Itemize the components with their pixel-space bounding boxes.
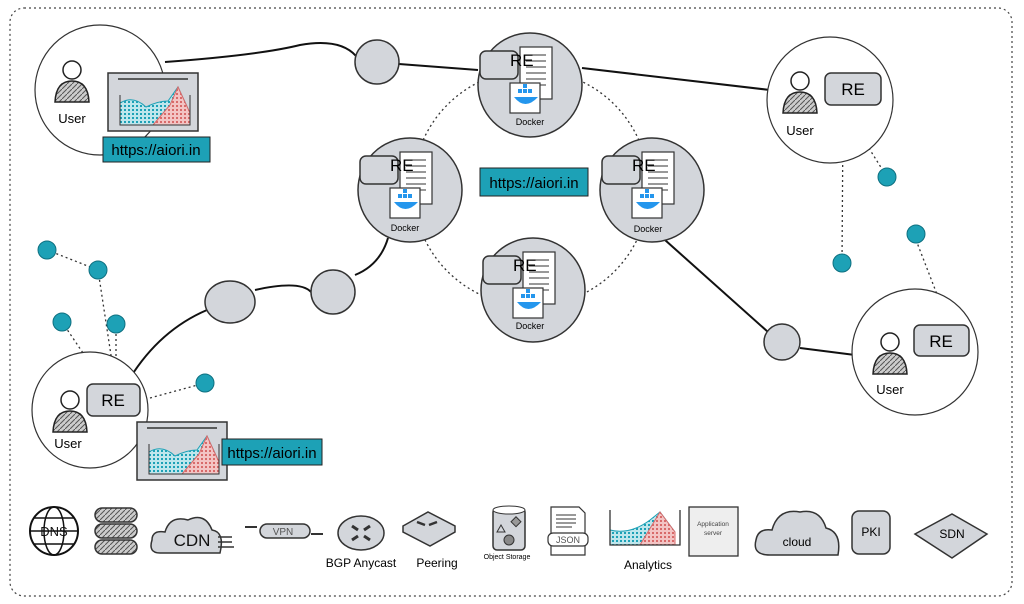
svg-text:RE: RE — [632, 156, 656, 175]
link — [254, 284, 312, 293]
sdn-icon: SDN — [913, 513, 989, 559]
svg-text:BGP Anycast: BGP Anycast — [326, 556, 397, 570]
user-bottom-right: User RE — [851, 288, 979, 416]
url-badge-center[interactable]: https://aiori.in — [479, 167, 589, 197]
svg-text:RE: RE — [101, 391, 125, 410]
svg-text:User: User — [54, 436, 82, 451]
svg-text:Application: Application — [697, 521, 729, 528]
pki-icon: PKI — [851, 510, 891, 555]
link — [664, 239, 769, 333]
svg-text:RE: RE — [390, 156, 414, 175]
svg-text:Peering: Peering — [416, 556, 457, 570]
dns-icon: DNS — [29, 506, 79, 556]
cloud-icon: cloud — [754, 510, 840, 556]
svg-text:Docker: Docker — [634, 224, 663, 234]
svg-text:DNS: DNS — [40, 524, 68, 539]
svg-text:Docker: Docker — [391, 223, 420, 233]
json-file-icon: JSON — [547, 506, 589, 556]
svg-text:RE: RE — [841, 80, 865, 99]
user-top-right: User RE — [766, 36, 894, 164]
analytics-icon: Analytics — [609, 510, 681, 572]
svg-text:RE: RE — [929, 332, 953, 351]
re-docker-node-right[interactable]: RE Docker — [599, 137, 705, 243]
analytics-laptop-icon — [107, 72, 199, 132]
svg-text:User: User — [786, 123, 814, 138]
database-icon — [94, 507, 138, 555]
svg-text:PKI: PKI — [861, 525, 880, 539]
vpn-icon: VPN — [245, 523, 323, 539]
relay-node — [354, 39, 400, 85]
link — [354, 237, 389, 276]
network-diagram: RE Docker RE Docker RE Docker RE Docker … — [9, 7, 1013, 597]
svg-text:JSON: JSON — [556, 535, 580, 545]
switch-icon: Peering — [402, 511, 458, 570]
link — [398, 63, 479, 71]
re-docker-node-top[interactable]: RE Docker — [477, 32, 583, 138]
svg-text:RE: RE — [510, 51, 534, 70]
svg-text:https://aiori.in: https://aiori.in — [227, 445, 316, 462]
svg-text:CDN: CDN — [174, 531, 211, 550]
user-top-left: User https://aiori.in — [34, 24, 211, 163]
relay-node — [763, 323, 801, 361]
url-badge[interactable]: https://aiori.in — [102, 136, 211, 163]
re-docker-node-bottom[interactable]: RE Docker — [480, 237, 586, 343]
link — [799, 347, 856, 356]
link — [129, 309, 208, 379]
svg-text:User: User — [58, 111, 86, 126]
svg-text:User: User — [876, 382, 904, 397]
re-docker-node-left[interactable]: RE Docker — [357, 137, 463, 243]
cdn-icon: CDN — [150, 516, 234, 554]
svg-text:Object Storage: Object Storage — [484, 554, 531, 561]
svg-text:https://aiori.in: https://aiori.in — [111, 142, 200, 159]
application-server-icon: Application server — [688, 506, 739, 557]
svg-text:SDN: SDN — [939, 527, 964, 541]
svg-text:RE: RE — [513, 256, 537, 275]
svg-text:server: server — [704, 530, 723, 537]
svg-text:https://aiori.in: https://aiori.in — [489, 175, 578, 192]
relay-node — [310, 269, 356, 315]
relay-node — [204, 280, 256, 324]
link — [581, 67, 771, 91]
router-icon: BGP Anycast — [326, 515, 397, 570]
svg-text:VPN: VPN — [273, 527, 294, 538]
svg-text:Docker: Docker — [516, 321, 545, 331]
link — [164, 42, 357, 63]
svg-text:Analytics: Analytics — [624, 558, 672, 572]
svg-text:Docker: Docker — [516, 117, 545, 127]
svg-text:cloud: cloud — [783, 535, 812, 549]
analytics-laptop-icon — [136, 421, 228, 481]
url-badge[interactable]: https://aiori.in — [221, 438, 323, 466]
object-storage-icon: Object Storage — [484, 505, 531, 561]
user-bottom-left: User RE https://aiori.in — [31, 351, 323, 481]
legend: DNS CDN VPN BGP Anycast Peering Object S… — [29, 505, 989, 572]
